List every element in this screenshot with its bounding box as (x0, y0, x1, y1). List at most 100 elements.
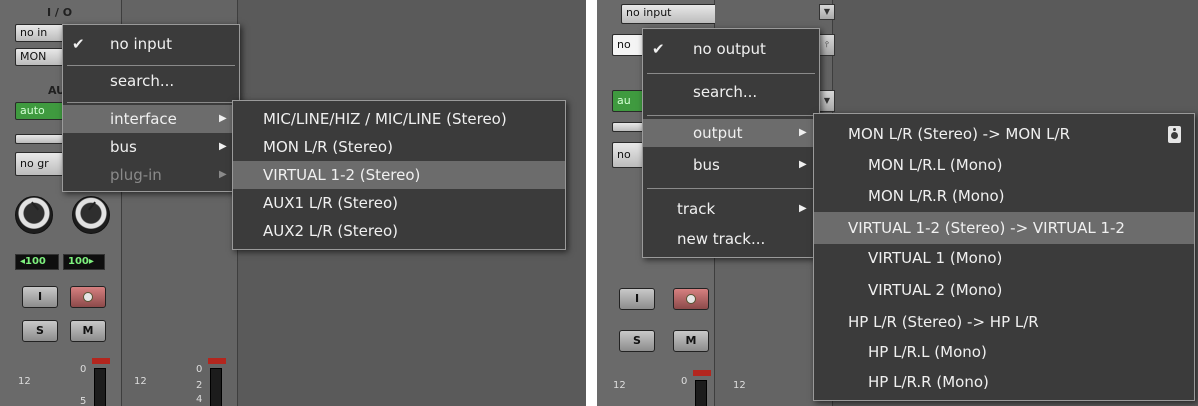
meter-scale-label: 12 (613, 380, 626, 391)
meter-scale-label: 12 (134, 376, 147, 387)
interface-submenu: MIC/LINE/HIZ / MIC/LINE (Stereo) MON L/R… (232, 100, 566, 250)
submenu-item-label: MON L/R (Stereo) (263, 138, 393, 156)
menu-separator (647, 115, 815, 116)
menu-item-search[interactable]: search... (643, 78, 819, 106)
mute-button[interactable]: M (70, 320, 106, 342)
level-meter (695, 380, 707, 406)
record-enable-button[interactable] (70, 286, 106, 308)
meter-scale-label: 0 (196, 364, 203, 375)
pin-icon[interactable]: ⫯ (819, 34, 835, 56)
solo-button[interactable]: S (22, 320, 58, 342)
menu-separator (67, 102, 235, 103)
submenu-item[interactable]: MON L/R (Stereo) -> MON L/R (814, 120, 1194, 148)
right-mixer-panel: no input no au no I S M 12 0 ▼ ⫯ ▼ 12 ✔ … (597, 0, 1198, 406)
submenu-item[interactable]: HP L/R.L (Mono) (814, 338, 1194, 366)
menu-item-plug-in[interactable]: plug-in ▶ (63, 161, 239, 189)
record-icon (83, 292, 93, 302)
clip-indicator (693, 370, 711, 376)
meter-scale-label: 4 (196, 394, 203, 405)
menu-separator (67, 65, 235, 66)
level-meter (210, 368, 222, 406)
menu-separator (647, 188, 815, 189)
input-monitor-button[interactable]: I (22, 286, 58, 308)
submenu-arrow-icon: ▶ (799, 159, 807, 170)
output-menu: ✔ no output search... output ▶ bus ▶ tra… (642, 28, 820, 258)
menu-item-output[interactable]: output ▶ (643, 119, 819, 147)
menu-item-label: plug-in (110, 166, 162, 184)
input-selector-button[interactable]: no in (15, 24, 67, 42)
submenu-item-label: AUX1 L/R (Stereo) (263, 194, 399, 212)
meter-scale-label: 12 (18, 376, 31, 387)
pan-value-left: ◂100 (15, 254, 59, 270)
submenu-item-label: AUX2 L/R (Stereo) (263, 222, 399, 240)
menu-item-no-input[interactable]: ✔ no input (63, 30, 239, 58)
menu-item-label: no input (110, 35, 173, 53)
menu-item-label: track (677, 200, 716, 218)
menu-item-new-track[interactable]: new track... (643, 225, 819, 253)
submenu-item-label: MIC/LINE/HIZ / MIC/LINE (Stereo) (263, 110, 507, 128)
submenu-item[interactable]: MON L/R (Stereo) (233, 133, 565, 161)
menu-item-bus[interactable]: bus ▶ (643, 151, 819, 179)
submenu-arrow-icon: ▶ (219, 169, 227, 180)
submenu-item[interactable]: HP L/R.R (Mono) (814, 368, 1194, 396)
submenu-arrow-icon: ▶ (219, 113, 227, 124)
io-header: I / O (47, 6, 73, 19)
submenu-arrow-icon: ▶ (799, 127, 807, 138)
input-monitor-button[interactable]: I (619, 288, 655, 310)
menu-item-label: interface (110, 110, 177, 128)
output-submenu: MON L/R (Stereo) -> MON L/R MON L/R.L (M… (813, 113, 1195, 401)
submenu-item-label: VIRTUAL 1 (Mono) (868, 249, 1003, 267)
submenu-item[interactable]: VIRTUAL 1 (Mono) (814, 244, 1194, 272)
submenu-item-label: HP L/R.R (Mono) (868, 373, 989, 391)
submenu-item-label: MON L/R.L (Mono) (868, 156, 1003, 174)
chevron-down-icon[interactable]: ▼ (819, 4, 835, 20)
chevron-down-icon[interactable]: ▼ (819, 90, 835, 112)
menu-item-label: bus (693, 156, 720, 174)
menu-item-interface[interactable]: interface ▶ (63, 105, 239, 133)
menu-item-label: new track... (677, 230, 766, 248)
monitor-selector-button[interactable]: MON (15, 48, 67, 66)
submenu-item[interactable]: MON L/R.L (Mono) (814, 151, 1194, 179)
submenu-item[interactable]: MIC/LINE/HIZ / MIC/LINE (Stereo) (233, 105, 565, 133)
checkmark-icon: ✔ (72, 35, 85, 53)
menu-item-label: bus (110, 138, 137, 156)
submenu-arrow-icon: ▶ (799, 203, 807, 214)
menu-item-label: search... (110, 72, 175, 90)
clip-indicator (92, 358, 110, 364)
menu-item-track[interactable]: track ▶ (643, 195, 819, 223)
menu-item-label: no output (693, 40, 766, 58)
menu-item-label: search... (693, 83, 758, 101)
meter-scale-label: 12 (733, 380, 746, 391)
submenu-item[interactable]: VIRTUAL 1-2 (Stereo) (233, 161, 565, 189)
meter-scale-label: 0 (681, 376, 688, 387)
menu-item-bus[interactable]: bus ▶ (63, 133, 239, 161)
mute-button[interactable]: M (673, 330, 709, 352)
submenu-item[interactable]: VIRTUAL 1-2 (Stereo) -> VIRTUAL 1-2 (814, 212, 1194, 244)
submenu-item-label: VIRTUAL 1-2 (Stereo) (263, 166, 421, 184)
menu-item-search[interactable]: search... (63, 67, 239, 95)
input-selector-button[interactable]: no input (621, 4, 717, 24)
group-selector-button[interactable]: no gr (15, 152, 67, 176)
speaker-icon (1168, 126, 1181, 143)
submenu-item-label: HP L/R.L (Mono) (868, 343, 987, 361)
submenu-item-label: MON L/R (Stereo) -> MON L/R (848, 125, 1071, 143)
submenu-item[interactable]: AUX2 L/R (Stereo) (233, 217, 565, 245)
meter-scale-label: 0 (80, 364, 87, 375)
submenu-item[interactable]: MON L/R.R (Mono) (814, 182, 1194, 210)
pan-knob-left[interactable] (15, 196, 53, 234)
pan-value-right: 100▸ (63, 254, 105, 270)
submenu-item[interactable]: AUX1 L/R (Stereo) (233, 189, 565, 217)
submenu-item[interactable]: VIRTUAL 2 (Mono) (814, 276, 1194, 304)
meter-scale-label: 5 (80, 396, 87, 406)
automation-button[interactable]: auto (15, 102, 67, 120)
record-enable-button[interactable] (673, 288, 709, 310)
submenu-item[interactable]: HP L/R (Stereo) -> HP L/R (814, 308, 1194, 336)
submenu-item-label: VIRTUAL 2 (Mono) (868, 281, 1003, 299)
checkmark-icon: ✔ (652, 40, 665, 58)
solo-button[interactable]: S (619, 330, 655, 352)
submenu-arrow-icon: ▶ (219, 141, 227, 152)
menu-item-no-output[interactable]: ✔ no output (643, 35, 819, 63)
submenu-item-label: MON L/R.R (Mono) (868, 187, 1005, 205)
pan-knob-right[interactable] (72, 196, 110, 234)
clip-indicator (208, 358, 226, 364)
